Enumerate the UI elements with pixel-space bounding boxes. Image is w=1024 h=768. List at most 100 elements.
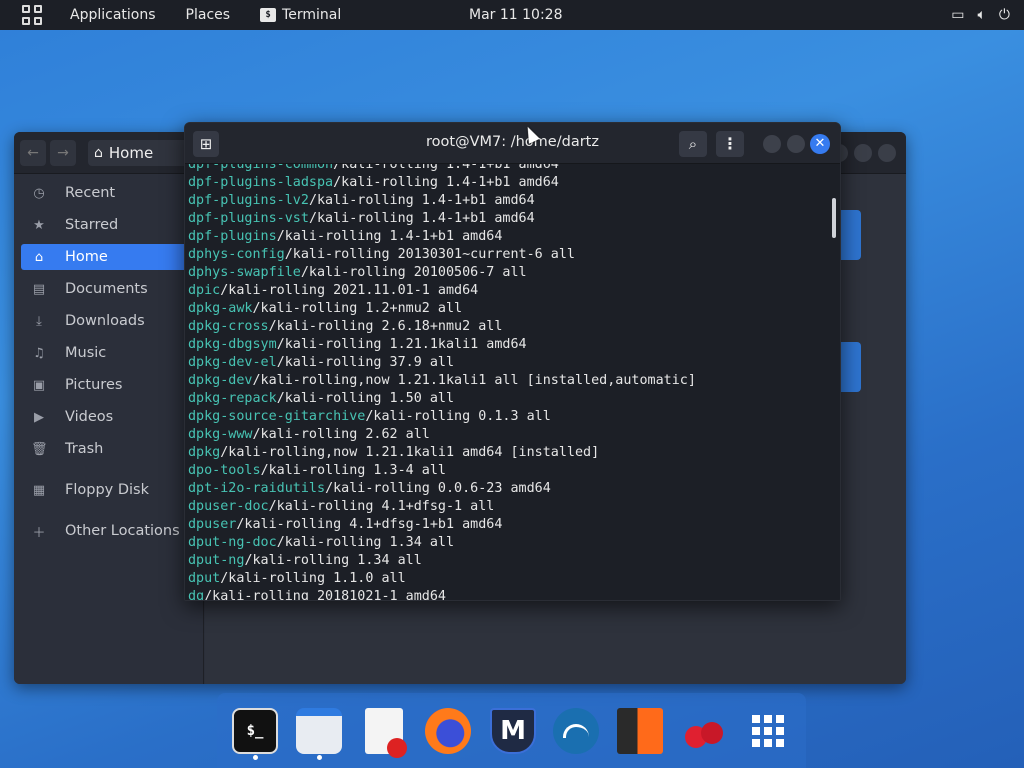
package-info: /kali-rolling,now 1.21.1kali1 all [insta… [252, 373, 696, 388]
files-launcher-icon[interactable] [296, 708, 342, 754]
package-name: dpkg-dev [188, 373, 253, 388]
system-tray[interactable]: ▭ 🔈︎ ⏻ [951, 7, 1010, 23]
places-menu[interactable]: Places [182, 7, 235, 23]
maximize-button[interactable] [854, 144, 872, 162]
package-info: /kali-rolling 1.3-4 all [260, 463, 446, 478]
sidebar-item-label: Videos [65, 409, 114, 425]
forward-arrow-icon[interactable]: → [50, 140, 76, 166]
terminal-line: dput-ng/kali-rolling 1.34 all [188, 552, 696, 570]
close-button[interactable]: ✕ [810, 134, 830, 154]
cherrytree-launcher-icon[interactable] [681, 708, 727, 754]
package-name: dphys-swapfile [188, 265, 301, 280]
terminal-output[interactable]: dpf-plugins-common/kali-rolling 1.4-1+b1… [185, 164, 828, 600]
package-name: dpkg-www [188, 427, 253, 442]
terminal-line: dpkg/kali-rolling,now 1.21.1kali1 amd64 … [188, 444, 696, 462]
home-icon: ⌂ [94, 145, 103, 161]
terminal-line: dpf-plugins-common/kali-rolling 1.4-1+b1… [188, 164, 696, 174]
package-name: dpf-plugins-common [188, 164, 334, 172]
sidebar-item-recent[interactable]: ◷ Recent [21, 180, 197, 206]
package-info: /kali-rolling 1.4-1+b1 amd64 [333, 175, 559, 190]
clock[interactable]: Mar 11 10:28 [469, 7, 562, 23]
terminal-line: dpf-plugins-vst/kali-rolling 1.4-1+b1 am… [188, 210, 696, 228]
package-info: /kali-rolling 20100506-7 all [300, 265, 527, 280]
terminal-line: dpic/kali-rolling 2021.11.01-1 amd64 [188, 282, 696, 300]
package-info: /kali-rolling 1.21.1kali1 amd64 [276, 337, 527, 352]
terminal-window[interactable]: ⊞ root@VM7: /home/dartz ⌕ ⋮ ✕ dpf-plugin… [184, 122, 841, 601]
running-indicator [317, 755, 322, 760]
search-icon[interactable]: ⌕ [679, 131, 707, 157]
volume-icon[interactable]: 🔈︎ [978, 7, 986, 23]
sidebar-item-other-locations[interactable]: ＋ Other Locations [21, 518, 197, 544]
package-name: dpic [188, 283, 221, 298]
video-icon: ▶ [34, 409, 44, 425]
terminal-app-menu[interactable]: Terminal [282, 7, 341, 23]
metasploit-launcher-icon[interactable]: M [490, 708, 536, 754]
package-info: /kali-rolling 1.4-1+b1 amd64 [308, 193, 535, 208]
minimize-button[interactable] [763, 135, 781, 153]
scrollbar-thumb[interactable] [832, 198, 836, 238]
pencil-badge-icon [387, 738, 407, 758]
terminal-line: dpkg-cross/kali-rolling 2.6.18+nmu2 all [188, 318, 696, 336]
package-info: /kali-rolling 4.1+dfsg-1 all [268, 499, 495, 514]
sidebar-item-label: Home [65, 249, 108, 265]
sidebar-item-trash[interactable]: 🗑︎ Trash [21, 436, 197, 462]
package-name: dpkg-dbgsym [188, 337, 277, 352]
document-icon: ▤ [32, 281, 46, 297]
screen-icon[interactable]: ▭ [951, 7, 964, 23]
sidebar-item-floppy-disk[interactable]: ▦ Floppy Disk [21, 477, 197, 503]
sidebar-item-home[interactable]: ⌂ Home [21, 244, 197, 270]
terminal-line: dput/kali-rolling 1.1.0 all [188, 570, 696, 588]
sidebar-item-documents[interactable]: ▤ Documents [21, 276, 197, 302]
package-info: /kali-rolling 1.2+nmu2 all [252, 301, 463, 316]
trash-icon: 🗑︎ [31, 441, 48, 457]
dock: $_ M [217, 693, 806, 768]
menu-kebab-icon[interactable]: ⋮ [716, 131, 744, 157]
burpsuite-launcher-icon[interactable] [617, 708, 663, 754]
text-editor-launcher-icon[interactable] [365, 708, 407, 758]
floppy-icon: ▦ [32, 482, 46, 498]
firefox-launcher-icon[interactable] [425, 708, 471, 754]
sidebar-item-music[interactable]: ♫ Music [21, 340, 197, 366]
package-name: dpf-plugins-lv2 [188, 193, 309, 208]
terminal-line: dpf-plugins-ladspa/kali-rolling 1.4-1+b1… [188, 174, 696, 192]
sidebar-item-downloads[interactable]: ⤓ Downloads [21, 308, 197, 334]
package-info: /kali-rolling 20181021-1 amd64 [204, 589, 446, 600]
plus-icon: ＋ [32, 525, 46, 541]
sidebar-item-starred[interactable]: ★ Starred [21, 212, 197, 238]
sidebar-item-pictures[interactable]: ▣ Pictures [21, 372, 197, 398]
terminal-line: dpkg-dbgsym/kali-rolling 1.21.1kali1 amd… [188, 336, 696, 354]
top-panel: Applications Places $ Terminal Mar 11 10… [0, 0, 1024, 30]
package-name: dpkg-dev-el [188, 355, 277, 370]
package-name: dq [188, 589, 205, 600]
running-indicator [253, 755, 258, 760]
terminal-launcher-icon[interactable]: $_ [232, 708, 278, 754]
activities-grid-icon[interactable] [22, 4, 44, 26]
sidebar-item-videos[interactable]: ▶ Videos [21, 404, 197, 430]
package-info: /kali-rolling 0.1.3 all [365, 409, 551, 424]
show-applications-icon[interactable] [745, 708, 791, 754]
package-info: /kali-rolling 2021.11.01-1 amd64 [220, 283, 479, 298]
sidebar-item-label: Documents [65, 281, 148, 297]
package-info: /kali-rolling 1.4-1+b1 amd64 [276, 229, 503, 244]
terminal-line: dpuser-doc/kali-rolling 4.1+dfsg-1 all [188, 498, 696, 516]
package-name: dpo-tools [188, 463, 261, 478]
sidebar-item-label: Music [65, 345, 107, 361]
applications-menu[interactable]: Applications [66, 7, 160, 23]
maximize-button[interactable] [787, 135, 805, 153]
package-name: dpuser [188, 517, 237, 532]
package-info: /kali-rolling 1.4-1+b1 amd64 [308, 211, 535, 226]
terminal-line: dpt-i2o-raidutils/kali-rolling 0.0.6-23 … [188, 480, 696, 498]
wireshark-launcher-icon[interactable] [553, 708, 599, 754]
star-icon: ★ [33, 217, 45, 233]
terminal-scrollbar[interactable] [828, 164, 840, 600]
location-label: Home [108, 144, 154, 162]
terminal-app-icon[interactable]: $ [260, 8, 277, 22]
terminal-titlebar[interactable]: ⊞ root@VM7: /home/dartz ⌕ ⋮ ✕ [185, 123, 840, 164]
package-name: dpf-plugins [188, 229, 277, 244]
back-arrow-icon[interactable]: ← [20, 140, 46, 166]
power-icon[interactable]: ⏻ [999, 7, 1010, 23]
terminal-line: dq/kali-rolling 20181021-1 amd64 [188, 588, 696, 600]
package-name: dpkg [188, 445, 221, 460]
close-button[interactable] [878, 144, 896, 162]
music-icon: ♫ [33, 345, 45, 361]
